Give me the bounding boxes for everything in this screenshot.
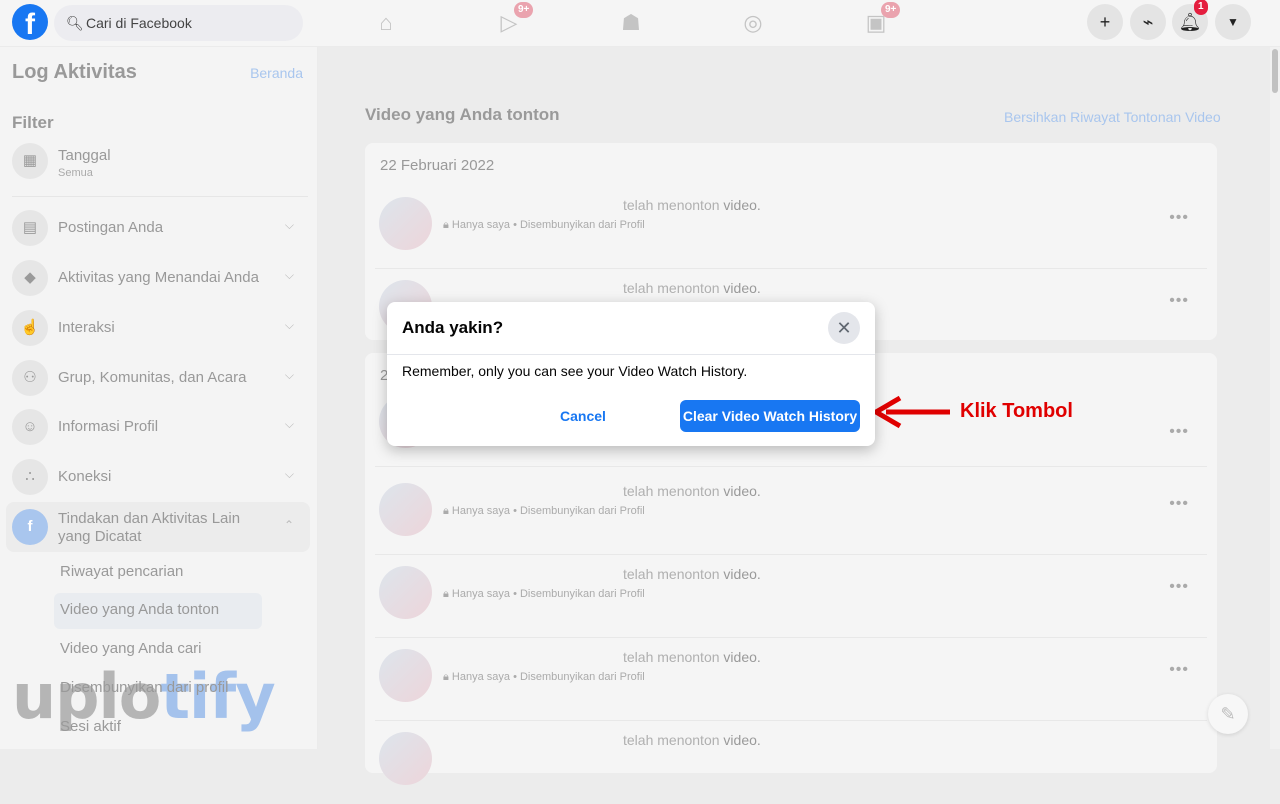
divider <box>12 196 308 197</box>
home-link[interactable]: Beranda <box>250 65 303 81</box>
section-title: Video yang Anda tonton <box>365 105 560 124</box>
more-options-icon[interactable]: ••• <box>1169 661 1189 679</box>
profile-icon: ☺ <box>12 409 48 445</box>
video-thumbnail[interactable] <box>379 197 432 250</box>
subitem-search-history[interactable]: Riwayat pencarian <box>54 555 262 591</box>
list-item: telah menonton video. 🔒︎ Hanya saya • Dis… <box>375 187 1207 269</box>
chevron-down-icon: ⌵ <box>284 318 294 332</box>
gaming-badge: 9+ <box>881 2 901 18</box>
sidebar-item-tagged[interactable]: ◆ Aktivitas yang Menandai Anda ⌵ <box>6 256 310 300</box>
sidebar: Log Aktivitas Beranda Filter ▦ Tanggal S… <box>0 47 318 749</box>
groups-icon[interactable]: ◎ <box>738 8 768 38</box>
list-item: telah menonton video. 🔒︎ Hanya saya • Dis… <box>375 639 1207 721</box>
chevron-down-icon: ⌵ <box>284 417 294 431</box>
connections-icon: ∴ <box>12 459 48 495</box>
subitem-watched-videos[interactable]: Video yang Anda tonton <box>54 593 262 629</box>
more-options-icon[interactable]: ••• <box>1169 209 1189 227</box>
scrollbar-thumb[interactable] <box>1272 49 1278 93</box>
account-menu-icon[interactable]: ▼ <box>1215 4 1251 40</box>
page-title: Log Aktivitas <box>12 61 137 83</box>
notification-badge: 1 <box>1194 0 1208 15</box>
facebook-logo[interactable]: f <box>12 4 48 40</box>
arrow-icon <box>873 395 950 429</box>
home-icon[interactable]: ⌂ <box>371 8 401 38</box>
dialog-message: Remember, only you can see your Video Wa… <box>402 363 748 379</box>
list-item: telah menonton video. <box>375 722 1207 804</box>
subitem-active-sessions[interactable]: Sesi aktif <box>54 710 262 746</box>
more-options-icon[interactable]: ••• <box>1169 578 1189 596</box>
more-options-icon[interactable]: ••• <box>1169 423 1189 441</box>
thumbs-up-icon: ☝ <box>12 310 48 346</box>
create-button[interactable]: + <box>1087 4 1123 40</box>
confirm-dialog: Anda yakin? ✕ Remember, only you can see… <box>387 302 875 446</box>
messenger-icon[interactable]: ⌁ <box>1130 4 1166 40</box>
marketplace-icon[interactable]: ☗ <box>616 8 646 38</box>
list-item: telah menonton video. 🔒︎ Hanya saya • Dis… <box>375 473 1207 555</box>
chevron-down-icon: ⌵ <box>284 467 294 481</box>
video-thumbnail[interactable] <box>379 566 432 619</box>
subitem-hidden-from-profile[interactable]: Disembunyikan dari profil <box>54 671 262 707</box>
chevron-down-icon: ⌵ <box>284 368 294 382</box>
group-icon: ⚇ <box>12 360 48 396</box>
clear-history-link[interactable]: Bersihkan Riwayat Tontonan Video <box>1004 109 1221 125</box>
search-input[interactable]: 🔍︎ Cari di Facebook <box>54 5 303 41</box>
sidebar-item-posts[interactable]: ▤ Postingan Anda ⌵ <box>6 206 310 250</box>
sidebar-item-connections[interactable]: ∴ Koneksi ⌵ <box>6 455 310 499</box>
more-options-icon[interactable]: ••• <box>1169 495 1189 513</box>
chevron-down-icon: ⌵ <box>284 218 294 232</box>
chevron-up-icon: ⌃ <box>283 518 294 532</box>
video-thumbnail[interactable] <box>379 732 432 785</box>
watch-icon[interactable]: ▷ 9+ <box>494 2 534 38</box>
gaming-icon[interactable]: ▣ 9+ <box>861 2 901 38</box>
search-icon: 🔍︎ <box>66 15 84 31</box>
facebook-icon: f <box>12 509 48 545</box>
scrollbar[interactable] <box>1270 47 1280 749</box>
group-date: 22 Februari 2022 <box>380 157 495 174</box>
date-filter[interactable]: ▦ Tanggal Semua <box>6 139 310 183</box>
tag-icon: ◆ <box>12 260 48 296</box>
sidebar-item-profile-info[interactable]: ☺ Informasi Profil ⌵ <box>6 405 310 449</box>
video-thumbnail[interactable] <box>379 649 432 702</box>
dialog-title: Anda yakin? <box>402 318 504 337</box>
video-thumbnail[interactable] <box>379 483 432 536</box>
compose-icon[interactable]: ✎ <box>1208 694 1248 734</box>
calendar-icon: ▦ <box>12 143 48 179</box>
top-bar: f 🔍︎ Cari di Facebook ⌂ ▷ 9+ ☗ ◎ ▣ 9+ + ⌁ 🔔… <box>0 0 1280 47</box>
annotation-label: Klik Tombol <box>960 400 1073 422</box>
subitem-searched-videos[interactable]: Video yang Anda cari <box>54 632 262 668</box>
chevron-down-icon: ⌵ <box>284 268 294 282</box>
close-icon[interactable]: ✕ <box>828 312 860 344</box>
post-icon: ▤ <box>12 210 48 246</box>
sidebar-item-groups[interactable]: ⚇ Grup, Komunitas, dan Acara ⌵ <box>6 356 310 400</box>
sidebar-item-other-activity[interactable]: f Tindakan dan Aktivitas Lain yang Dicata… <box>6 502 310 552</box>
divider <box>387 354 875 355</box>
more-options-icon[interactable]: ••• <box>1169 292 1189 310</box>
filter-heading: Filter <box>12 113 54 132</box>
list-item: telah menonton video. 🔒︎ Hanya saya • Dis… <box>375 556 1207 638</box>
clear-history-button[interactable]: Clear Video Watch History <box>680 400 860 432</box>
sidebar-item-interactions[interactable]: ☝ Interaksi ⌵ <box>6 306 310 350</box>
watch-badge: 9+ <box>514 2 534 18</box>
cancel-button[interactable]: Cancel <box>547 400 619 432</box>
notifications-icon[interactable]: 🔔︎ 1 <box>1172 0 1208 40</box>
